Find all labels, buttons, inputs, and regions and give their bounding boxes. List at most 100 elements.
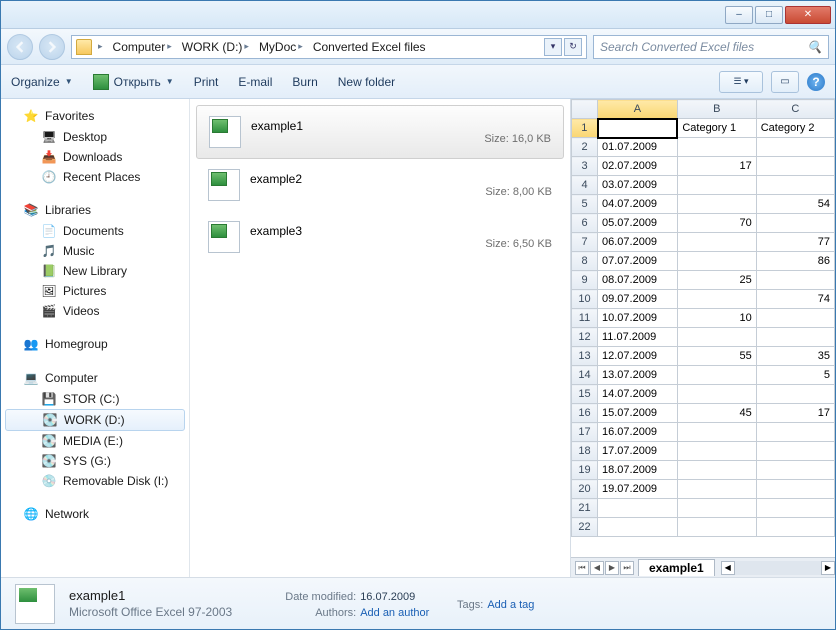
sidebar-item-desktop[interactable]: 🖥Desktop [1,127,189,147]
cell[interactable]: 13.07.2009 [598,366,678,385]
cell[interactable]: 03.07.2009 [598,176,678,195]
cell[interactable] [677,290,756,309]
column-header[interactable]: C [756,100,834,119]
search-input[interactable]: Search Converted Excel files 🔍 [593,35,829,59]
row-header[interactable]: 1 [572,119,598,138]
cell[interactable] [756,499,834,518]
breadcrumb-segment[interactable]: MyDoc▸ [255,38,307,56]
sidebar-item-documents[interactable]: 📄Documents [1,221,189,241]
breadcrumb-segment[interactable]: Computer▸ [109,38,176,56]
row-header[interactable]: 4 [572,176,598,195]
row-header[interactable]: 9 [572,271,598,290]
cell[interactable]: 18.07.2009 [598,461,678,480]
close-button[interactable]: ✕ [785,6,831,24]
print-button[interactable]: Print [194,75,219,89]
cell[interactable]: 55 [677,347,756,366]
cell[interactable]: 06.07.2009 [598,233,678,252]
sidebar-item-downloads[interactable]: 📥Downloads [1,147,189,167]
authors-value[interactable]: Add an author [360,607,429,619]
cell[interactable]: 17.07.2009 [598,442,678,461]
cell[interactable] [677,233,756,252]
tags-value[interactable]: Add a tag [487,599,534,611]
sidebar-item-drive-g[interactable]: 💽SYS (G:) [1,451,189,471]
row-header[interactable]: 21 [572,499,598,518]
cell[interactable] [677,442,756,461]
cell[interactable]: 74 [756,290,834,309]
cell[interactable] [756,271,834,290]
back-button[interactable] [7,34,33,60]
sidebar-item-drive-c[interactable]: 💾STOR (C:) [1,389,189,409]
cell[interactable] [677,138,756,157]
sheet-nav-first[interactable]: ⏮ [575,561,589,575]
cell[interactable]: 08.07.2009 [598,271,678,290]
sheet-nav-next[interactable]: ▶ [605,561,619,575]
cell[interactable]: 09.07.2009 [598,290,678,309]
breadcrumb-segment[interactable]: Converted Excel files [309,38,430,56]
cell[interactable] [756,328,834,347]
cell[interactable]: 10 [677,309,756,328]
file-item[interactable]: example1Size: 16,0 KB [196,105,564,159]
cell[interactable]: 02.07.2009 [598,157,678,176]
sidebar-libraries[interactable]: 📚Libraries [1,199,189,221]
sidebar-item-recent[interactable]: 🕘Recent Places [1,167,189,187]
sidebar-item-drive-i[interactable]: 💿Removable Disk (I:) [1,471,189,491]
cell[interactable] [677,328,756,347]
cell[interactable] [677,385,756,404]
path-dropdown-button[interactable]: ▾ [544,38,562,56]
cell[interactable]: 14.07.2009 [598,385,678,404]
sidebar-computer[interactable]: 💻Computer [1,367,189,389]
forward-button[interactable] [39,34,65,60]
cell[interactable]: 5 [756,366,834,385]
cell[interactable] [756,385,834,404]
cell[interactable]: 25 [677,271,756,290]
sidebar-homegroup[interactable]: 👥Homegroup [1,333,189,355]
cell[interactable]: 70 [677,214,756,233]
sidebar-item-music[interactable]: 🎵Music [1,241,189,261]
cell[interactable]: 16.07.2009 [598,423,678,442]
cell[interactable]: 35 [756,347,834,366]
cell[interactable]: 05.07.2009 [598,214,678,233]
organize-button[interactable]: Organize▼ [11,75,73,89]
row-header[interactable]: 19 [572,461,598,480]
maximize-button[interactable]: □ [755,6,783,24]
cell[interactable]: 15.07.2009 [598,404,678,423]
sheet-nav-last[interactable]: ⏭ [620,561,634,575]
open-button[interactable]: Открыть▼ [93,74,174,90]
row-header[interactable]: 6 [572,214,598,233]
cell[interactable] [677,366,756,385]
cell[interactable] [756,309,834,328]
cell[interactable] [756,480,834,499]
cell[interactable]: 17 [756,404,834,423]
burn-button[interactable]: Burn [292,75,317,89]
row-header[interactable]: 16 [572,404,598,423]
row-header[interactable]: 18 [572,442,598,461]
cell[interactable] [756,214,834,233]
row-header[interactable]: 5 [572,195,598,214]
row-header[interactable]: 2 [572,138,598,157]
preview-pane-button[interactable]: ▭ [771,71,799,93]
row-header[interactable]: 8 [572,252,598,271]
cell[interactable] [677,195,756,214]
view-mode-button[interactable]: ☰ ▾ [719,71,763,93]
row-header[interactable]: 3 [572,157,598,176]
sidebar-favorites[interactable]: ⭐Favorites [1,105,189,127]
sheet-nav-prev[interactable]: ◀ [590,561,604,575]
cell[interactable]: 19.07.2009 [598,480,678,499]
cell[interactable] [756,423,834,442]
cell[interactable] [677,252,756,271]
help-button[interactable]: ? [807,73,825,91]
minimize-button[interactable]: – [725,6,753,24]
cell[interactable] [756,157,834,176]
file-item[interactable]: example3Size: 6,50 KB [196,211,564,263]
sidebar-item-pictures[interactable]: 🖼Pictures [1,281,189,301]
email-button[interactable]: E-mail [238,75,272,89]
cell[interactable] [598,119,678,138]
row-header[interactable]: 17 [572,423,598,442]
cell[interactable]: Category 1 [677,119,756,138]
cell[interactable] [677,461,756,480]
cell[interactable]: 17 [677,157,756,176]
row-header[interactable]: 15 [572,385,598,404]
cell[interactable] [756,518,834,537]
sidebar-item-videos[interactable]: 🎬Videos [1,301,189,321]
cell[interactable]: 54 [756,195,834,214]
